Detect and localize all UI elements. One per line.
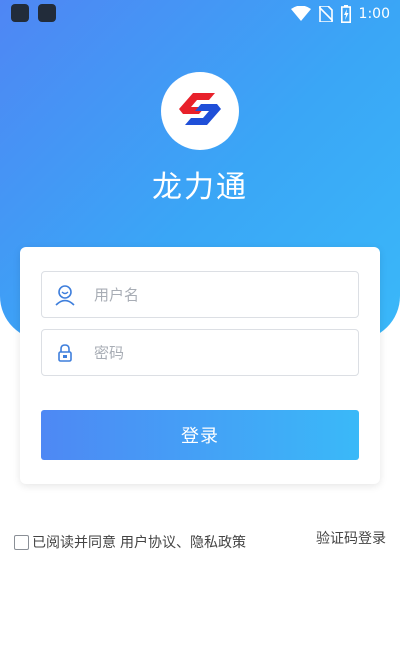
- no-sim-icon: [318, 6, 333, 22]
- battery-icon: [340, 5, 351, 23]
- login-card: 登录: [20, 247, 380, 484]
- username-input[interactable]: [94, 272, 352, 317]
- wifi-icon: [290, 6, 311, 22]
- password-field[interactable]: [41, 329, 359, 376]
- sms-login-link[interactable]: 验证码登录: [316, 528, 386, 548]
- login-screen: 1:00 龙力通 用户名 登录 已阅读并同意 用户协议 、 隐私政策 验证码登录: [0, 0, 400, 650]
- app-notification-icon: [38, 4, 56, 22]
- app-title: 龙力通: [152, 170, 248, 205]
- app-logo: [161, 72, 239, 150]
- agreement-row: 已阅读并同意 用户协议 、 隐私政策: [14, 532, 246, 552]
- agreement-separator: 、: [176, 535, 190, 551]
- username-field[interactable]: [41, 271, 359, 318]
- user-icon: [54, 284, 76, 306]
- lock-icon: [54, 342, 76, 364]
- status-time: 1:00: [358, 6, 390, 22]
- status-bar: 1:00: [0, 0, 400, 28]
- app-notification-icon: [11, 4, 29, 22]
- privacy-policy-link[interactable]: 隐私政策: [190, 532, 246, 552]
- s-logo-icon: [171, 87, 229, 135]
- agreement-checkbox[interactable]: [14, 534, 29, 550]
- login-button[interactable]: 登录: [41, 410, 359, 460]
- agreement-prefix: 已阅读并同意: [32, 535, 116, 551]
- password-input[interactable]: [94, 330, 352, 375]
- user-agreement-link[interactable]: 用户协议: [120, 532, 176, 552]
